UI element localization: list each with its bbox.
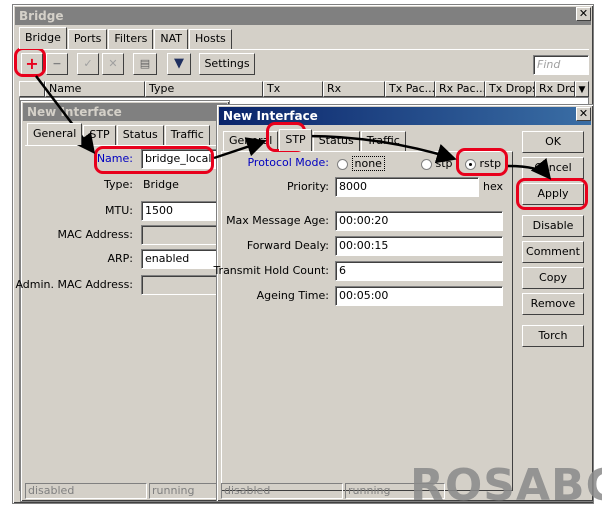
radio-rstp[interactable]: rstp (465, 157, 501, 171)
mtu-label: MTU: (105, 204, 133, 217)
tab-stp[interactable]: STP (83, 125, 116, 145)
col-rx[interactable]: Rx (323, 81, 385, 97)
new-interface-back-window: New Interface General STP Status Traffic… (15, 100, 230, 502)
ageing-time-field[interactable]: 00:05:00 (335, 286, 503, 306)
max-message-age-label: Max Message Age: (226, 214, 329, 227)
tab-nat[interactable]: NAT (154, 29, 189, 49)
iface-back-title: New Interface (23, 103, 227, 121)
col-rx-packets[interactable]: Rx Pac... (435, 81, 485, 97)
col-type[interactable]: Type (145, 81, 263, 97)
enable-button[interactable]: ✓ (77, 53, 99, 75)
type-value: Bridge (143, 178, 179, 191)
max-message-age-field[interactable]: 00:00:20 (335, 211, 503, 231)
arp-label: ARP: (107, 252, 133, 265)
priority-label: Priority: (286, 180, 329, 193)
torch-button[interactable]: Torch (522, 325, 584, 347)
bridge-title: Bridge (15, 7, 591, 25)
priority-unit: hex (483, 180, 504, 193)
admin-mac-label: Admin. MAC Address: (15, 278, 133, 291)
tab-bridge[interactable]: Bridge (19, 27, 67, 49)
tab-general[interactable]: General (223, 131, 279, 151)
radio-rstp-circle (465, 158, 476, 170)
ok-button[interactable]: OK (522, 131, 584, 153)
remove-button[interactable]: Remove (522, 293, 584, 315)
tab-status[interactable]: Status (116, 125, 164, 145)
stp-panel (221, 151, 513, 491)
ageing-time-label: Ageing Time: (256, 289, 329, 302)
check-icon: ✓ (83, 57, 93, 70)
name-field[interactable]: bridge_local (141, 149, 221, 169)
transmit-hold-count-field[interactable]: 6 (335, 261, 503, 281)
comment-button[interactable]: Comment (522, 241, 584, 263)
tab-general[interactable]: General (27, 123, 83, 145)
radio-none-circle (337, 158, 348, 170)
copy-button[interactable]: Copy (522, 267, 584, 289)
tab-status[interactable]: Status (312, 131, 360, 151)
remove-button[interactable]: − (46, 53, 68, 75)
radio-rstp-label: rstp (479, 157, 502, 170)
settings-button[interactable]: Settings (199, 53, 255, 75)
iface-front-title: New Interface (219, 107, 591, 125)
radio-none-label: none (351, 156, 385, 171)
col-tx-packets[interactable]: Tx Pac... (385, 81, 435, 97)
plus-icon: + (25, 54, 39, 73)
col-rx-drops[interactable]: Rx Drop (535, 81, 575, 97)
radio-stp-circle (421, 158, 432, 170)
tab-filters[interactable]: Filters (108, 29, 154, 49)
note-icon: ▤ (139, 57, 151, 70)
type-label: Type: (104, 178, 133, 191)
watermark-text: ROSABC (410, 460, 602, 508)
bridge-close-button[interactable]: ✕ (576, 7, 591, 21)
cancel-button[interactable]: Cancel (522, 157, 584, 179)
chevron-down-icon: ▼ (578, 85, 586, 95)
x-icon: ✕ (108, 57, 118, 70)
tab-stp[interactable]: STP (279, 129, 312, 151)
disable-button[interactable]: Disable (522, 215, 584, 237)
forward-delay-label: Forward Dealy: (246, 239, 329, 252)
disable-button[interactable]: ✕ (102, 53, 124, 75)
filter-icon: ▼ (174, 56, 184, 71)
tab-hosts[interactable]: Hosts (189, 29, 232, 49)
tab-ports[interactable]: Ports (67, 29, 108, 49)
minus-icon: − (52, 57, 62, 70)
find-input[interactable]: Find (533, 55, 589, 75)
iface-back-status-disabled: disabled (25, 483, 147, 499)
col-tx-drops[interactable]: Tx Drops (485, 81, 535, 97)
radio-stp-label: stp (435, 157, 453, 170)
col-name[interactable]: Name (45, 81, 145, 97)
iface-close-button[interactable]: ✕ (576, 107, 591, 121)
col-flag[interactable] (19, 81, 45, 97)
tab-traffic[interactable]: Traffic (360, 131, 406, 151)
priority-field[interactable]: 8000 (335, 177, 479, 197)
name-label: Name: (96, 152, 133, 165)
apply-button[interactable]: Apply (522, 183, 584, 205)
iface-front-tabs: General STP Status Traffic (223, 129, 407, 151)
filter-button[interactable]: ▼ (167, 53, 191, 75)
protocol-mode-label: Protocol Mode: (247, 156, 329, 169)
radio-none[interactable]: none (337, 156, 385, 171)
columns-menu-button[interactable]: ▼ (575, 81, 589, 97)
mac-address-label: MAC Address: (57, 228, 133, 241)
comment-button[interactable]: ▤ (133, 53, 157, 75)
new-interface-window: New Interface ✕ General STP Status Traff… (213, 104, 594, 502)
col-tx[interactable]: Tx (263, 81, 323, 97)
transmit-hold-count-label: Transmit Hold Count: (213, 264, 329, 277)
add-button[interactable]: + (21, 53, 43, 75)
radio-stp[interactable]: stp (421, 157, 453, 171)
tab-traffic[interactable]: Traffic (164, 125, 210, 145)
forward-delay-field[interactable]: 00:00:15 (335, 236, 503, 256)
bridge-tabs: Bridge Ports Filters NAT Hosts (19, 27, 233, 49)
iface-front-status-disabled: disabled (221, 483, 343, 499)
iface-back-tabs: General STP Status Traffic (27, 123, 211, 145)
